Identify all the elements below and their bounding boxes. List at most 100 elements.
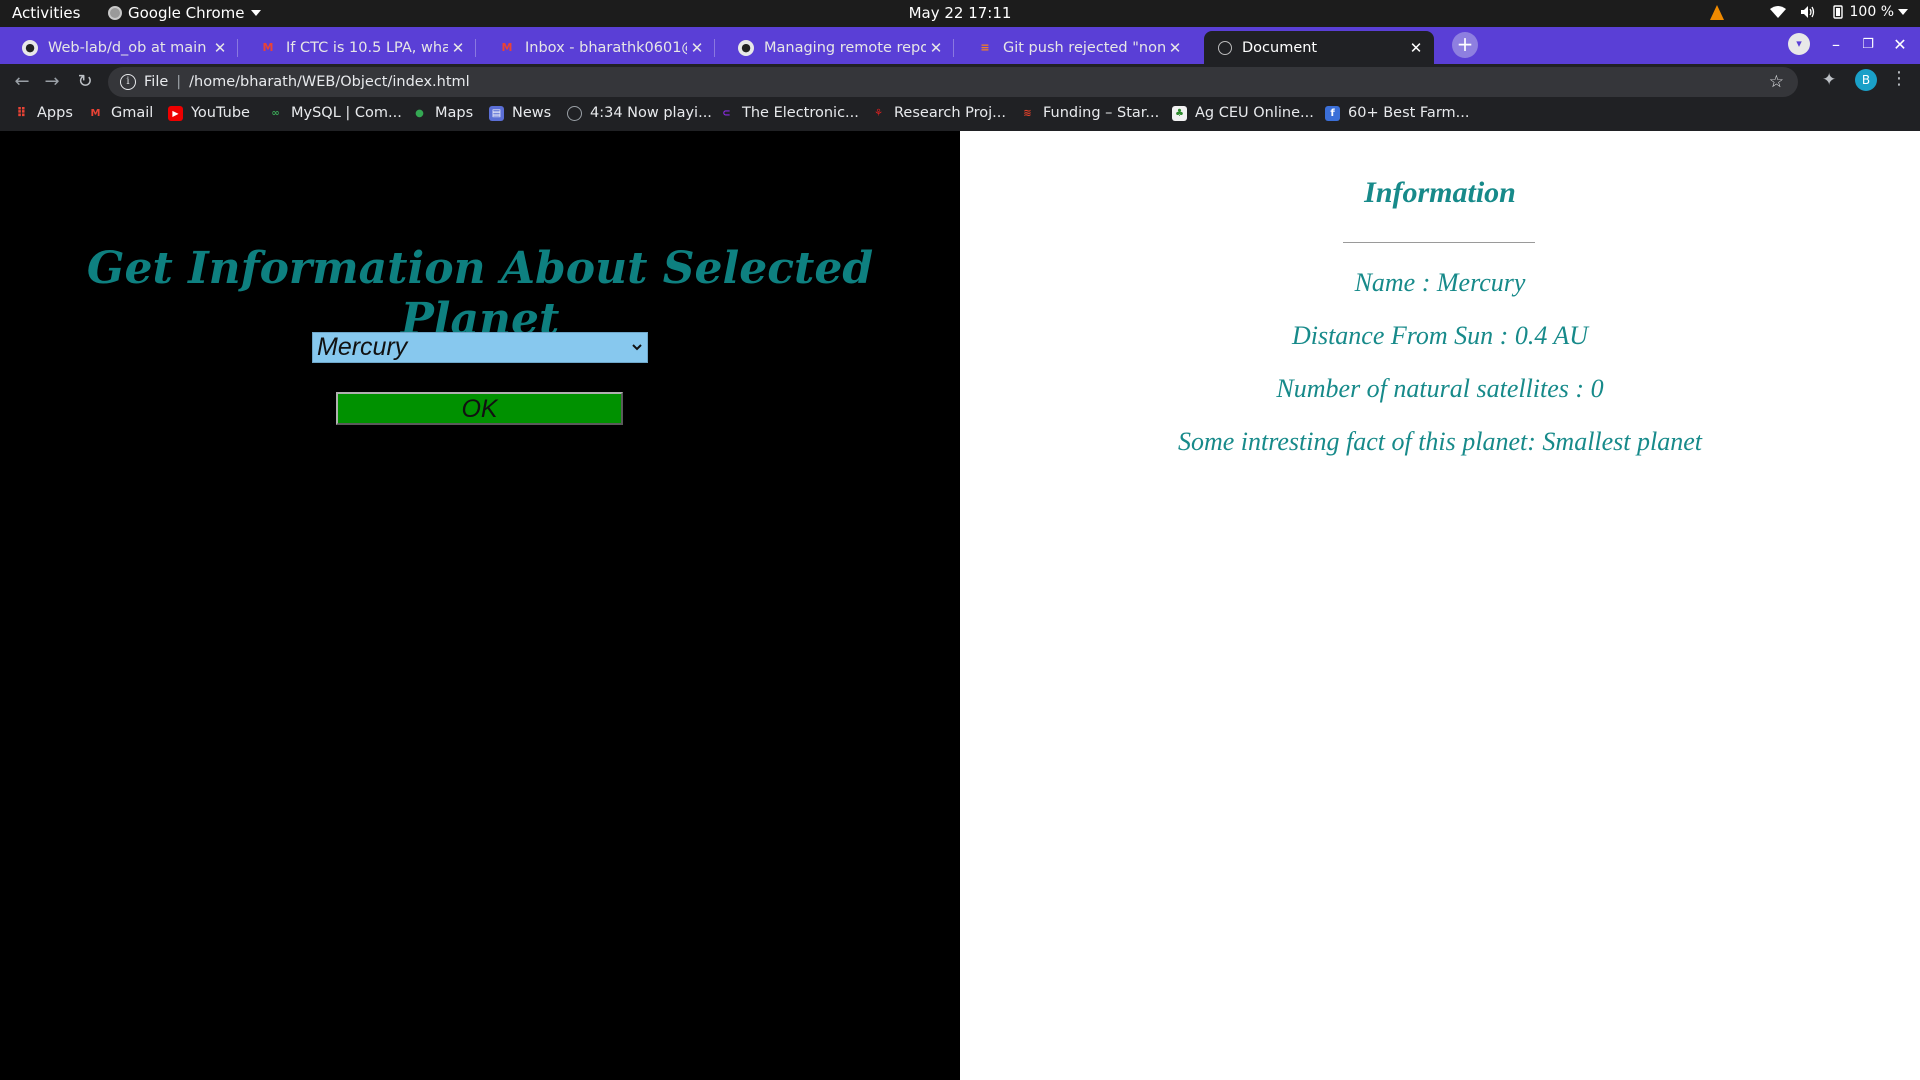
- profile-avatar[interactable]: B: [1855, 69, 1877, 91]
- bookmark-label: News: [512, 105, 552, 121]
- tab-strip: ● Web-lab/d_ob at main · Bl ✕ M If CTC i…: [0, 27, 1920, 64]
- apps-grid-icon: ⠿: [16, 105, 27, 121]
- system-tray[interactable]: 100 %: [1709, 4, 1908, 20]
- close-icon[interactable]: ✕: [448, 39, 468, 57]
- vlc-icon[interactable]: [1709, 4, 1724, 20]
- planet-select-value: Mercury: [317, 333, 408, 361]
- close-icon[interactable]: ✕: [1406, 39, 1426, 57]
- farm-icon: f: [1325, 105, 1340, 121]
- bookmark-funding[interactable]: ≋ Funding – Star...: [1020, 105, 1159, 121]
- bookmark-label: YouTube: [191, 105, 250, 121]
- tab-separator: [953, 39, 954, 57]
- url-text[interactable]: /home/bharath/WEB/Object/index.html: [189, 74, 470, 90]
- bookmark-label: Apps: [37, 105, 73, 121]
- clock[interactable]: May 22 17:11: [0, 4, 1920, 22]
- close-icon[interactable]: ✕: [687, 39, 707, 57]
- bookmark-youtube[interactable]: ▶ YouTube: [168, 105, 250, 121]
- browser-tab[interactable]: ● Web-lab/d_ob at main · Bl ✕: [8, 31, 238, 64]
- page-viewport: Get Information About Selected Planet Me…: [0, 131, 1920, 1080]
- tab-title: Web-lab/d_ob at main · Bl: [48, 39, 210, 56]
- extensions-puzzle-icon[interactable]: ✦: [1822, 70, 1836, 90]
- browser-toolbar: ← → ↻ i File | /home/bharath/WEB/Object/…: [0, 64, 1920, 100]
- planet-name: Name : Mercury: [1354, 268, 1526, 297]
- research-icon: ⚘: [874, 107, 883, 119]
- bookmark-news[interactable]: ▤ News: [489, 105, 551, 121]
- bookmark-apps[interactable]: ⠿ Apps: [14, 105, 73, 121]
- tab-title: Managing remote reposit: [764, 39, 926, 56]
- browser-tab-active[interactable]: Document ✕: [1204, 31, 1434, 64]
- planet-fact: Some intresting fact of this planet: Sma…: [1177, 427, 1703, 456]
- wifi-icon: [1769, 5, 1786, 19]
- url-scheme: File: [144, 74, 169, 90]
- new-tab-button[interactable]: +: [1452, 32, 1478, 58]
- tab-search-icon[interactable]: ▾: [1788, 33, 1810, 55]
- github-icon: ●: [22, 39, 38, 56]
- browser-tab[interactable]: M Inbox - bharathk0601@gm ✕: [485, 31, 715, 64]
- gmail-icon: M: [262, 41, 274, 54]
- close-icon[interactable]: ✕: [210, 39, 230, 57]
- battery-percent: 100 %: [1849, 4, 1894, 20]
- forward-arrow-icon[interactable]: →: [40, 70, 64, 94]
- bookmark-label: Gmail: [111, 105, 154, 121]
- close-icon[interactable]: ✕: [1165, 39, 1185, 57]
- info-icon[interactable]: i: [120, 74, 136, 90]
- bookmark-research[interactable]: ⚘ Research Proj...: [871, 105, 1006, 121]
- ag-ceu-icon: ♣: [1172, 105, 1187, 121]
- tab-separator: [475, 39, 476, 57]
- bookmark-now-playing[interactable]: 4:34 Now playi...: [567, 105, 712, 121]
- bookmark-label: The Electronic...: [742, 105, 859, 121]
- browser-tab[interactable]: M If CTC is 10.5 LPA, what w ✕: [246, 31, 476, 64]
- planet-select[interactable]: Mercury: [312, 332, 648, 363]
- tab-title: If CTC is 10.5 LPA, what w: [286, 39, 448, 56]
- github-icon: ●: [738, 39, 754, 56]
- bookmark-label: Research Proj...: [894, 105, 1006, 121]
- tab-separator: [237, 39, 238, 57]
- bookmark-maps[interactable]: ● Maps: [412, 105, 473, 121]
- window-close-icon[interactable]: ✕: [1886, 32, 1914, 58]
- browser-tab[interactable]: ● Managing remote reposit ✕: [724, 31, 954, 64]
- tab-title: Inbox - bharathk0601@gm: [525, 39, 687, 56]
- restore-icon[interactable]: ❐: [1854, 32, 1882, 58]
- bookmark-mysql[interactable]: ∞ MySQL | Com...: [268, 105, 402, 121]
- planet-satellites: Number of natural satellites : 0: [1276, 374, 1604, 403]
- bookmark-gmail[interactable]: M Gmail: [88, 105, 154, 121]
- bookmark-farm[interactable]: f 60+ Best Farm...: [1325, 105, 1469, 121]
- youtube-icon: ▶: [168, 105, 183, 121]
- divider: [1343, 242, 1535, 243]
- ok-button[interactable]: OK: [336, 392, 623, 425]
- tab-title: Document: [1242, 39, 1318, 56]
- gmail-icon: M: [90, 107, 101, 119]
- minimize-icon[interactable]: –: [1822, 32, 1850, 58]
- back-arrow-icon[interactable]: ←: [10, 70, 34, 94]
- maps-pin-icon: ●: [415, 107, 424, 119]
- chevron-down-icon: [632, 333, 642, 372]
- globe-icon: [1218, 40, 1232, 55]
- selector-panel: Get Information About Selected Planet Me…: [0, 131, 960, 1080]
- volume-icon: [1800, 5, 1816, 19]
- funding-icon: ≋: [1023, 107, 1032, 119]
- url-divider: |: [176, 74, 182, 90]
- browser-tab[interactable]: ≡ Git push rejected "non-fa ✕: [963, 31, 1193, 64]
- stackoverflow-icon: ≡: [980, 41, 990, 54]
- bookmark-label: 60+ Best Farm...: [1348, 105, 1470, 121]
- globe-icon: [567, 105, 582, 121]
- bookmarks-bar: ⠿ Apps M Gmail ▶ YouTube ∞ MySQL | Com..…: [0, 100, 1920, 131]
- bookmark-label: MySQL | Com...: [291, 105, 402, 121]
- bookmark-ag-ceu[interactable]: ♣ Ag CEU Online...: [1172, 105, 1314, 121]
- system-top-bar: Activities Google Chrome May 22 17:11 10…: [0, 0, 1920, 27]
- bookmark-label: Maps: [435, 105, 474, 121]
- bookmark-label: Funding – Star...: [1043, 105, 1160, 121]
- address-bar[interactable]: i File | /home/bharath/WEB/Object/index.…: [108, 67, 1798, 97]
- gmail-icon: M: [501, 41, 513, 54]
- information-title: Information: [1364, 176, 1516, 209]
- bookmark-star-icon[interactable]: ☆: [1769, 72, 1784, 92]
- reload-icon[interactable]: ↻: [73, 70, 97, 94]
- bookmark-label: 4:34 Now playi...: [590, 105, 712, 121]
- close-icon[interactable]: ✕: [926, 39, 946, 57]
- electronic-icon: ⊂: [722, 107, 731, 119]
- menu-kebab-icon[interactable]: ⋮: [1890, 68, 1908, 89]
- bookmark-electronic[interactable]: ⊂ The Electronic...: [719, 105, 859, 121]
- bookmark-label: Ag CEU Online...: [1195, 105, 1314, 121]
- page-heading: Get Information About Selected Planet: [86, 243, 874, 345]
- tab-title: Git push rejected "non-fa: [1003, 39, 1165, 56]
